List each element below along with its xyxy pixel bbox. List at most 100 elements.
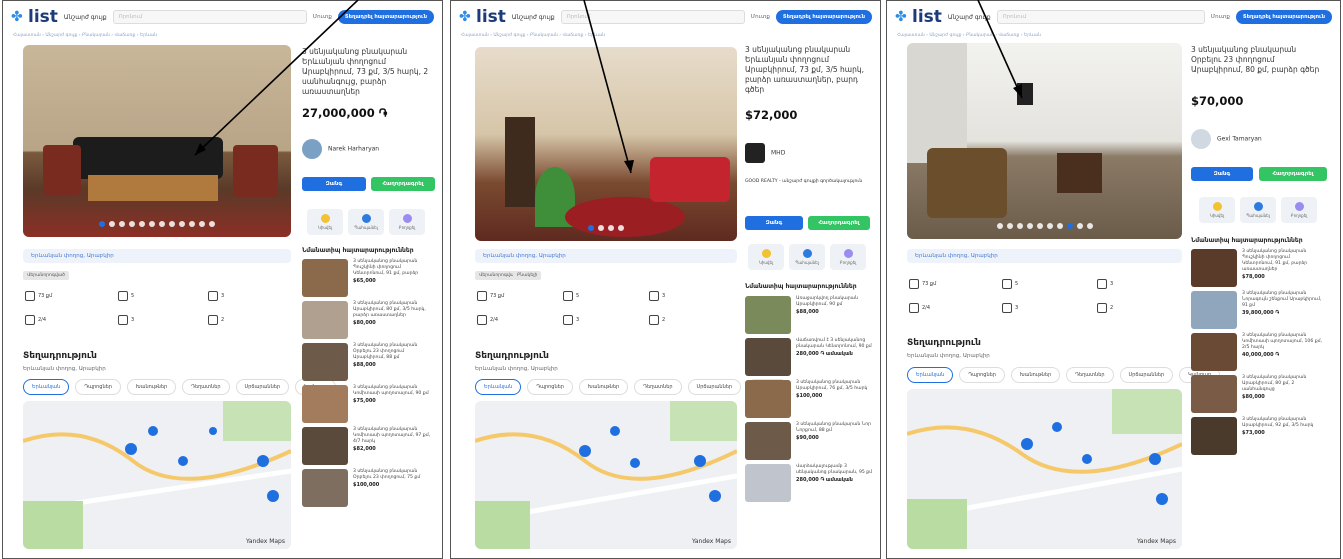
ad-thumbnail <box>302 301 348 339</box>
address-bar[interactable]: Երևանյան փողոց, Արաբկիր <box>475 249 737 263</box>
seller-info[interactable]: Gexl Tamaryan <box>1191 129 1262 149</box>
share-action[interactable]: Կիսվել <box>748 244 784 270</box>
report-action[interactable]: Բողոքել <box>1281 197 1317 223</box>
tab-4[interactable]: Սրճարաններ <box>687 379 742 395</box>
bath-icon <box>649 291 659 301</box>
photo-pager[interactable] <box>907 223 1182 229</box>
login-link[interactable]: Մուտք <box>1211 14 1230 20</box>
list-item[interactable]: 3 սենյականոց բնակարան Կոմիտասի պողոտայու… <box>302 427 433 465</box>
listing-photo[interactable] <box>23 45 291 237</box>
listing-photo[interactable] <box>907 43 1182 239</box>
list-item[interactable]: 3 սենյականոց բնակարան Պուշկինի փողոցում … <box>302 259 433 297</box>
search-input[interactable]: Որոնում <box>112 10 307 24</box>
balcony-icon <box>118 315 128 325</box>
address-bar[interactable]: Երևանյան փողոց, Արաբկիր <box>23 249 291 263</box>
tab-1[interactable]: Դպրոցներ <box>75 379 121 395</box>
photo-pager[interactable] <box>475 225 737 231</box>
login-link[interactable]: Մուտք <box>313 14 332 20</box>
list-item[interactable]: 3 սենյականոց բնակարան Կոմիտասի պողոտայու… <box>302 385 433 423</box>
logo[interactable]: ✤ list <box>11 7 58 27</box>
list-item[interactable]: 3 սենյականոց բնակարան Նոր Նորքում, 88 քմ… <box>745 422 876 460</box>
breadcrumb: Հայաստան › Անշարժ գույք › Բնակարան › Վաճ… <box>13 33 157 38</box>
post-ad-button[interactable]: Տեղադրել հայտարարություն <box>1235 10 1332 24</box>
list-item[interactable]: Վաճառվում է 3 սենյականոց բնակարան Կենտրո… <box>745 338 876 376</box>
logo[interactable]: ✤ list <box>895 7 942 27</box>
share-action[interactable]: Կիսվել <box>307 209 343 235</box>
message-button[interactable]: Հաղորդագրել <box>1259 167 1327 181</box>
tab-0[interactable]: Երևանյան <box>907 367 954 383</box>
category-select[interactable]: Անշարժ գույք <box>512 14 555 21</box>
tab-4[interactable]: Սրճարաններ <box>235 379 290 395</box>
tab-4[interactable]: Սրճարաններ <box>1119 367 1174 383</box>
listing-price: 27,000,000 ֏ <box>302 106 388 120</box>
seller-info[interactable]: MHD <box>745 143 785 163</box>
category-select[interactable]: Անշարժ գույք <box>64 14 107 21</box>
tab-0[interactable]: Երևանյան <box>475 379 522 395</box>
category-select[interactable]: Անշարժ գույք <box>948 14 991 21</box>
map-graphic <box>907 389 1182 549</box>
favorite-action[interactable]: Պահպանել <box>348 209 384 235</box>
logo[interactable]: ✤ list <box>459 7 506 27</box>
location-title: Տեղադրություն <box>907 338 981 348</box>
map-view[interactable]: Yandex Maps <box>907 389 1182 549</box>
listing-price: $72,000 <box>745 108 798 122</box>
post-ad-button[interactable]: Տեղադրել հայտարարություն <box>337 10 434 24</box>
area-icon <box>477 291 487 301</box>
call-button[interactable]: Զանգ <box>1191 167 1253 181</box>
map-view[interactable]: Yandex Maps <box>23 401 291 549</box>
tab-3[interactable]: Դեղատներ <box>634 379 682 395</box>
seller-info[interactable]: Narek Harharyan <box>302 139 379 159</box>
feature-rooms: 5 <box>118 291 134 301</box>
feature-bath: 3 <box>1097 279 1113 289</box>
list-item[interactable]: 3 սենյականոց բնակարան Արաբկիրում, 92 քմ,… <box>1191 417 1322 455</box>
photo-pager[interactable] <box>23 221 291 227</box>
list-item[interactable]: 3 սենյականոց բնակարան Արաբկիրում, 80 քմ,… <box>302 301 433 339</box>
report-action[interactable]: Բողոքել <box>830 244 866 270</box>
sofa-shape <box>73 137 223 179</box>
tab-2[interactable]: Խանութներ <box>578 379 629 395</box>
tab-1[interactable]: Դպրոցներ <box>527 379 573 395</box>
map-tabs: Երևանյան Դպրոցներ Խանութներ Դեղատներ Սրճ… <box>907 367 1221 383</box>
tab-2[interactable]: Խանութներ <box>1010 367 1061 383</box>
window-shape <box>907 43 967 163</box>
message-button[interactable]: Հաղորդագրել <box>808 216 870 230</box>
tab-3[interactable]: Դեղատներ <box>182 379 230 395</box>
report-action[interactable]: Բողոքել <box>389 209 425 235</box>
share-action[interactable]: Կիսվել <box>1199 197 1235 223</box>
logo-diamond-icon: ✤ <box>459 9 471 25</box>
action-row: Կիսվել Պահպանել Բողոքել <box>748 244 866 270</box>
tab-2[interactable]: Խանութներ <box>126 379 177 395</box>
search-input[interactable]: Որոնում <box>560 10 745 24</box>
search-input[interactable]: Որոնում <box>996 10 1205 24</box>
list-item[interactable]: 3 սենյականոց բնակարան Արաբկիրում, 76 քմ,… <box>745 380 876 418</box>
favorite-action[interactable]: Պահպանել <box>789 244 825 270</box>
parking-icon <box>649 315 659 325</box>
message-button[interactable]: Հաղորդագրել <box>371 177 435 191</box>
tab-3[interactable]: Դեղատներ <box>1066 367 1114 383</box>
list-item[interactable]: 3 սենյականոց բնակարան Օրբելու 23 փողոցու… <box>302 343 433 381</box>
flag-icon <box>402 214 412 223</box>
list-item[interactable]: Վարձակալությամբ 3 սենյականոց բնակարան, 9… <box>745 464 876 502</box>
list-item[interactable]: Առաջարկվող բնակարան Արաբկիրում, 90 քմ $88… <box>745 296 876 334</box>
floor-icon <box>25 315 35 325</box>
list-item[interactable]: 3 սենյականոց բնակարան Արաբկիրում, 80 քմ,… <box>1191 375 1322 413</box>
ad-thumbnail <box>302 427 348 465</box>
map-tabs: Երևանյան Դպրոցներ Խանութներ Դեղատներ Սրճ… <box>23 379 337 395</box>
favorite-action[interactable]: Պահպանել <box>1240 197 1276 223</box>
parking-icon <box>208 315 218 325</box>
ad-thumbnail <box>745 464 791 502</box>
map-view[interactable]: Yandex Maps <box>475 401 737 549</box>
list-item[interactable]: 3 սենյականոց բնակարան Նորագույն շենքում … <box>1191 291 1322 329</box>
login-link[interactable]: Մուտք <box>751 14 770 20</box>
list-item[interactable]: 3 սենյականոց բնակարան Օրբելու 23 փողոցու… <box>302 469 433 507</box>
call-button[interactable]: Զանգ <box>745 216 803 230</box>
list-item[interactable]: 3 սենյականոց բնակարան Կոմիտասի պողոտայու… <box>1191 333 1322 371</box>
tab-0[interactable]: Երևանյան <box>23 379 70 395</box>
listing-photo[interactable] <box>475 47 737 241</box>
feature-floor: 2/4 <box>25 315 46 325</box>
address-bar[interactable]: Երևանյան փողոց, Արաբկիր <box>907 249 1182 263</box>
post-ad-button[interactable]: Տեղադրել հայտարարություն <box>775 10 872 24</box>
call-button[interactable]: Զանգ <box>302 177 366 191</box>
list-item[interactable]: 3 սենյականոց բնակարան Պուշկինի փողոցում … <box>1191 249 1322 287</box>
tab-1[interactable]: Դպրոցներ <box>959 367 1005 383</box>
